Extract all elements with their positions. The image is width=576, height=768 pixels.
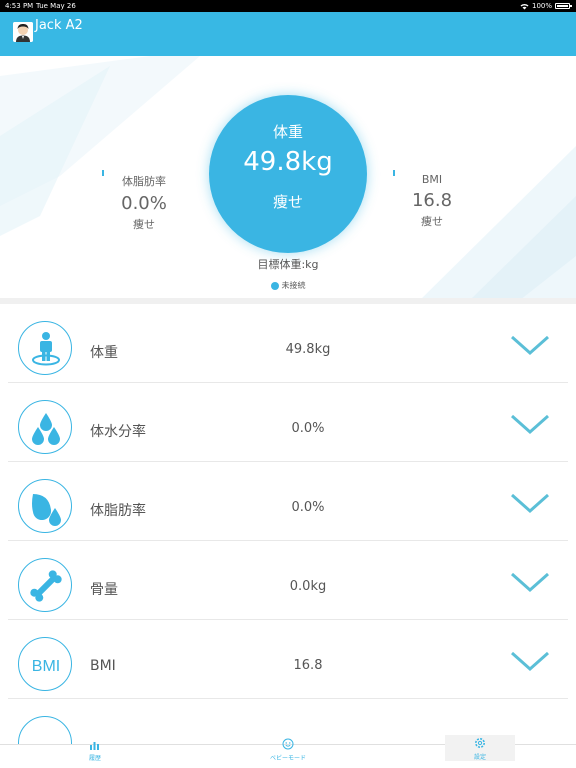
battery-icon (555, 3, 572, 9)
weight-circle: 体重 49.8kg 痩せ (209, 95, 367, 253)
wifi-icon (520, 3, 529, 9)
body-fat-value: 0.0% (121, 193, 167, 214)
metric-value: 0.0% (291, 500, 325, 515)
status-time: 4:53 PM (5, 2, 34, 10)
metric-name: BMI (90, 658, 116, 674)
chevron-down-icon[interactable] (510, 571, 550, 593)
page-title: Jack A2 (35, 18, 83, 33)
tab-settings[interactable]: 設定 (445, 735, 515, 761)
metric-row-bone-mass[interactable]: 骨量 0.0kg (8, 541, 568, 620)
summary-panel: 体脂肪率 0.0% 痩せ 体重 49.8kg 痩せ BMI 16.8 痩せ 目標… (0, 56, 576, 300)
tab-baby-label: ベビーモード (269, 755, 306, 762)
metric-value: 49.8kg (285, 342, 331, 357)
status-date: Tue May 26 (36, 2, 76, 10)
water-drops-icon (18, 400, 72, 454)
chevron-down-icon[interactable] (510, 334, 550, 356)
avatar[interactable] (13, 22, 33, 42)
chart-icon (90, 742, 99, 750)
weight-label: 体重 (272, 123, 303, 141)
metric-row-body-water[interactable]: 体水分率 0.0% (8, 383, 568, 462)
gear-icon (475, 738, 485, 748)
battery-percent: 100% (531, 2, 552, 10)
bmi-icon: BMI (18, 637, 72, 691)
connection-label: 未接続 (281, 281, 306, 290)
body-fat-summary: 体脂肪率 0.0% 痩せ (84, 173, 204, 232)
svg-text:BMI: BMI (32, 658, 60, 675)
metric-name: 体脂肪率 (90, 503, 146, 519)
metric-value: 0.0kg (289, 579, 327, 594)
bmi-status: 痩せ (421, 215, 443, 228)
body-fat-label: 体脂肪率 (122, 175, 166, 188)
metrics-list: 体重 49.8kg 体水分率 0.0% 体脂肪率 0.0% 骨量 0.0kg B… (0, 304, 576, 744)
metric-name: 骨量 (90, 582, 118, 598)
metric-name: 体水分率 (90, 424, 146, 440)
chevron-down-icon[interactable] (510, 413, 550, 435)
smiley-icon (282, 738, 294, 750)
tab-history[interactable]: 履歴 (75, 742, 115, 768)
metric-row-weight[interactable]: 体重 49.8kg (8, 304, 568, 383)
weight-status: 痩せ (272, 193, 303, 211)
tab-settings-label: 設定 (473, 754, 486, 761)
fat-drops-icon (18, 479, 72, 533)
target-weight[interactable]: 目標体重:kg (0, 256, 576, 272)
bmi-value: 16.8 (411, 190, 453, 211)
body-fat-status: 痩せ (133, 218, 155, 231)
weight-value: 49.8kg (243, 147, 333, 177)
chevron-down-icon[interactable] (510, 650, 550, 672)
status-bar: 4:53 PM Tue May 26 100% (0, 0, 576, 12)
connection-status[interactable]: 未接続 (0, 280, 576, 291)
metric-value: 0.0% (291, 421, 325, 436)
metric-name: 体重 (90, 345, 118, 361)
tab-bar: 履歴 ベビーモード 設定 (0, 735, 576, 768)
bluetooth-icon (270, 281, 279, 290)
metric-value: 16.8 (293, 658, 323, 673)
tab-history-label: 履歴 (88, 755, 101, 762)
bone-icon (18, 558, 72, 612)
bmi-label: BMI (421, 173, 443, 186)
chevron-down-icon[interactable] (510, 492, 550, 514)
metric-row-bmi[interactable]: BMI BMI 16.8 (8, 620, 568, 699)
metric-row-body-fat[interactable]: 体脂肪率 0.0% (8, 462, 568, 541)
person-scale-icon (18, 321, 72, 375)
top-nav: Jack A2 (0, 12, 576, 56)
bmi-summary: BMI 16.8 痩せ (372, 173, 492, 229)
partial-metric-icon (18, 716, 72, 744)
tab-baby-mode[interactable]: ベビーモード (262, 738, 314, 768)
